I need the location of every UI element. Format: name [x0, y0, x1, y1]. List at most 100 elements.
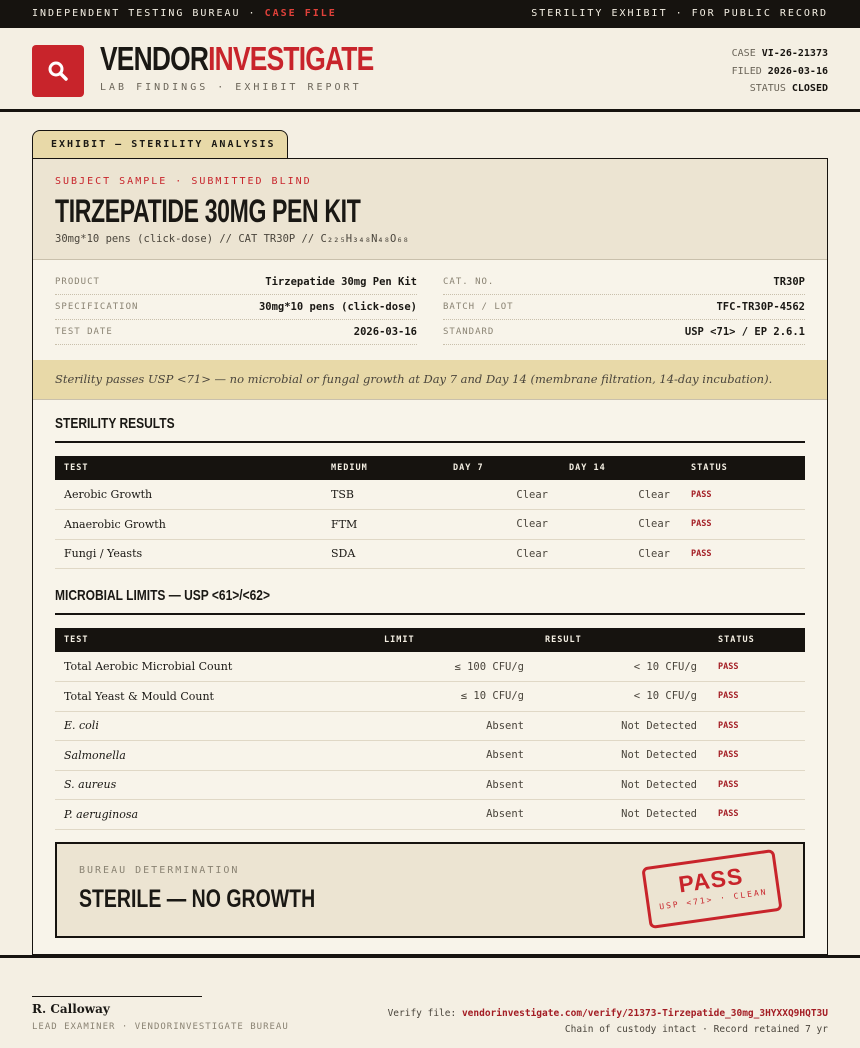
bureau-label: INDEPENDENT TESTING BUREAU · — [32, 8, 257, 19]
result-value: < 10 CFU/g — [633, 690, 697, 703]
limit-value: ≤ 10 CFU/g — [460, 690, 524, 703]
spec-value: USP <71> / EP 2.6.1 — [684, 326, 805, 338]
top-bar-left: INDEPENDENT TESTING BUREAU · CASE FILE — [32, 8, 337, 19]
brand-part-2: INVESTIGATE — [208, 40, 374, 77]
tab-exhibit[interactable]: EXHIBIT — STERILITY ANALYSIS — [32, 130, 288, 160]
spec-batch: BATCH / LOT TFC-TR30P-4562 — [443, 294, 805, 320]
subject-title: TIRZEPATIDE 30MG PEN KIT — [55, 193, 361, 229]
spec-value: 2026-03-16 — [353, 326, 417, 338]
pass-stamp: PASS USP <71> · CLEAN — [641, 848, 783, 930]
test-name: S. aureus — [64, 778, 117, 792]
sterility-table: TEST MEDIUM DAY 7 DAY 14 STATUS Aerobic … — [55, 456, 805, 569]
test-name: Fungi / Yeasts — [64, 547, 143, 561]
verify-link[interactable]: vendorinvestigate.com/verify/21373-Tirze… — [462, 1008, 828, 1019]
status-row: STATUS CLOSED — [732, 80, 828, 98]
spec-cat-no: CAT. NO. TR30P — [443, 269, 805, 295]
status-badge: PASS — [691, 548, 712, 559]
spec-label: BATCH / LOT — [443, 302, 514, 312]
table-row: Salmonella Absent Not Detected PASS — [55, 741, 805, 770]
limits-table: TEST LIMIT RESULT STATUS Total Aerobic M… — [55, 628, 805, 830]
case-number-row: CASE VI-26-21373 — [732, 45, 828, 63]
footer: R. Calloway LEAD EXAMINER · VENDORINVEST… — [0, 955, 860, 1048]
column-header: MEDIUM — [331, 463, 368, 473]
table-row: P. aeruginosa Absent Not Detected PASS — [55, 800, 805, 829]
status-label: STATUS — [749, 83, 786, 94]
verify-label: Verify file: — [387, 1008, 457, 1019]
table-row: Aerobic Growth TSB Clear Clear PASS — [55, 480, 805, 510]
medium: TSB — [331, 488, 354, 501]
limit-value: Absent — [486, 719, 524, 732]
limit-value: Absent — [486, 749, 524, 762]
day7-result: Clear — [516, 547, 548, 560]
column-header: DAY 7 — [453, 463, 484, 473]
column-header: TEST — [64, 463, 89, 473]
limit-value: ≤ 100 CFU/g — [454, 660, 524, 673]
table-header-row: TEST MEDIUM DAY 7 DAY 14 STATUS — [55, 456, 805, 480]
verify-block: Verify file: vendorinvestigate.com/verif… — [388, 1006, 828, 1038]
filed-date: 2026-03-16 — [767, 65, 828, 77]
status-badge: PASS — [718, 720, 739, 731]
table-row: E. coli Absent Not Detected PASS — [55, 711, 805, 741]
examiner-name: R. Calloway — [32, 1002, 110, 1016]
spec-label: TEST DATE — [55, 327, 113, 337]
column-header: TEST — [64, 635, 89, 645]
status-badge: PASS — [691, 489, 712, 500]
status-badge: PASS — [718, 779, 739, 790]
summary-note: Sterility passes USP <71> — no microbial… — [33, 360, 827, 400]
table-row: Anaerobic Growth FTM Clear Clear PASS — [55, 510, 805, 539]
spec-label: CAT. NO. — [443, 277, 495, 287]
top-bar: INDEPENDENT TESTING BUREAU · CASE FILE S… — [0, 0, 860, 28]
result-value: Not Detected — [621, 808, 697, 821]
table-row: Total Yeast & Mould Count ≤ 10 CFU/g < 1… — [55, 682, 805, 711]
limits-heading-text: MICROBIAL LIMITS — USP <61>/<62> — [55, 587, 270, 604]
filed-row: FILED 2026-03-16 — [732, 63, 828, 81]
determination-label: BUREAU DETERMINATION — [79, 865, 240, 876]
column-header: STATUS — [718, 635, 755, 645]
spec-value: TR30P — [773, 276, 805, 288]
test-name: Aerobic Growth — [64, 488, 153, 501]
table-row: Total Aerobic Microbial Count ≤ 100 CFU/… — [55, 652, 805, 682]
determination-value: STERILE — NO GROWTH — [79, 885, 316, 913]
case-file-label: CASE FILE — [264, 8, 337, 19]
spec-standard: STANDARD USP <71> / EP 2.6.1 — [443, 319, 805, 345]
status-badge: PASS — [718, 750, 739, 761]
test-name: Total Yeast & Mould Count — [64, 689, 214, 703]
spec-value: 30mg*10 pens (click-dose) — [258, 301, 417, 313]
result-value: Not Detected — [621, 749, 697, 762]
case-number-label: CASE — [731, 48, 756, 59]
result-value: < 10 CFU/g — [633, 660, 697, 673]
spec-label: STANDARD — [443, 327, 495, 337]
exhibit-card: SUBJECT SAMPLE · SUBMITTED BLIND TIRZEPA… — [32, 158, 828, 955]
case-meta: CASE VI-26-21373 FILED 2026-03-16 STATUS… — [732, 45, 828, 98]
brand-name: VENDORINVESTIGATE — [100, 39, 374, 79]
spec-value: TFC-TR30P-4562 — [716, 301, 805, 313]
spec-label: SPECIFICATION — [55, 302, 139, 312]
signature-line — [32, 996, 202, 997]
case-number: VI-26-21373 — [761, 48, 828, 59]
limit-value: Absent — [486, 778, 524, 791]
spec-label: PRODUCT — [55, 277, 100, 287]
result-value: Not Detected — [621, 719, 697, 732]
medium: FTM — [331, 517, 358, 531]
column-header: DAY 14 — [569, 463, 606, 473]
spec-test-date: TEST DATE 2026-03-16 — [55, 319, 417, 345]
test-name: Anaerobic Growth — [64, 517, 166, 531]
column-header: STATUS — [691, 463, 728, 473]
test-name: Total Aerobic Microbial Count — [64, 660, 233, 673]
brand-part-1: VENDOR — [100, 40, 209, 77]
custody-note: Chain of custody intact · Record retaine… — [564, 1024, 828, 1035]
test-name: Salmonella — [64, 748, 126, 762]
sterility-heading-text: STERILITY RESULTS — [55, 415, 175, 432]
spec-product: PRODUCT Tirzepatide 30mg Pen Kit — [55, 269, 417, 295]
header: VENDORINVESTIGATE LAB FINDINGS · EXHIBIT… — [0, 28, 860, 112]
magnifier-icon — [48, 61, 68, 81]
day14-result: Clear — [638, 488, 670, 501]
sterility-heading: STERILITY RESULTS — [55, 415, 805, 443]
spec-specification: SPECIFICATION 30mg*10 pens (click-dose) — [55, 294, 417, 320]
medium: SDA — [331, 547, 356, 561]
column-header: LIMIT — [384, 635, 415, 645]
result-value: Not Detected — [621, 778, 697, 791]
status-badge: PASS — [718, 809, 739, 820]
top-bar-right: STERILITY EXHIBIT · FOR PUBLIC RECORD — [531, 8, 828, 19]
status-badge: PASS — [718, 691, 739, 702]
